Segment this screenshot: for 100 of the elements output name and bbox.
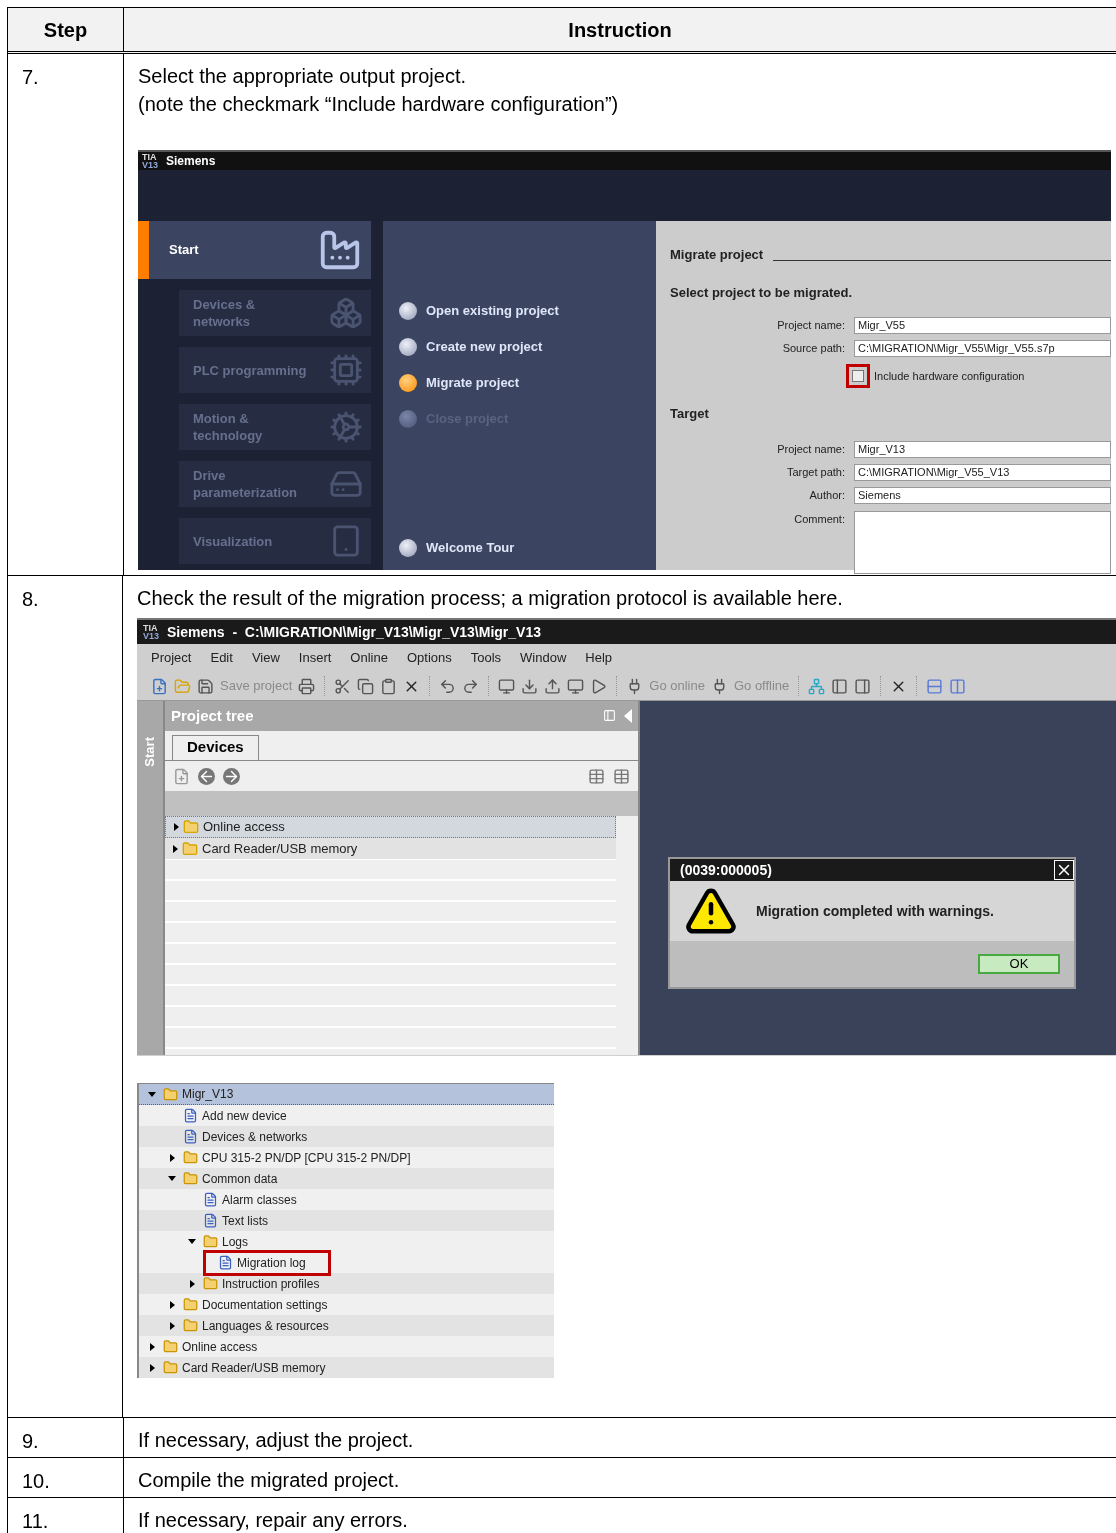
tab[interactable]: Devices <box>172 735 259 760</box>
pane-title: Migrate project <box>670 246 764 264</box>
field-label: Target path: <box>785 464 846 480</box>
download-icon[interactable] <box>521 677 539 695</box>
menu-item[interactable]: Edit <box>210 648 233 668</box>
tree-label: Common data <box>202 1170 278 1188</box>
tree-row[interactable]: Alarm classes <box>139 1189 554 1210</box>
play-icon[interactable] <box>590 677 608 695</box>
back-icon[interactable] <box>198 767 215 785</box>
folder-icon <box>203 1234 218 1249</box>
tree-row[interactable]: Documentation settings <box>139 1294 554 1315</box>
collapse-icon[interactable] <box>148 1091 156 1097</box>
instruction-text: If necessary, repair any errors. <box>138 1508 408 1533</box>
monitor-icon[interactable] <box>498 677 516 695</box>
step-number: 10. <box>22 1470 50 1492</box>
checkbox-label: Include hardware configuration <box>874 368 1025 384</box>
menu-item[interactable]: Project <box>151 648 192 668</box>
expand-icon[interactable] <box>169 1153 175 1162</box>
folder-icon <box>183 1318 198 1333</box>
step-number: 7. <box>22 66 39 88</box>
tree-row[interactable]: Text lists <box>139 1210 554 1231</box>
tree-row[interactable]: Migr_V13 <box>139 1084 554 1105</box>
folder-icon <box>182 840 198 857</box>
table-icon[interactable] <box>588 767 605 785</box>
redo-icon[interactable] <box>462 677 480 695</box>
tree-row[interactable]: Logs <box>139 1231 554 1252</box>
collapse-icon[interactable] <box>168 1176 176 1181</box>
action-item[interactable]: Migrate project <box>399 365 656 401</box>
copy-icon[interactable] <box>357 677 375 695</box>
folder-icon <box>183 1150 198 1165</box>
action-item[interactable]: Open existing project <box>399 293 656 329</box>
folder-icon <box>203 1276 218 1291</box>
close-icon[interactable] <box>1054 860 1074 880</box>
tree-label: Migration log <box>237 1254 306 1272</box>
panel-title: Project tree <box>171 705 254 726</box>
nav-item[interactable]: Start <box>138 221 371 279</box>
tree-row[interactable]: Migration log <box>139 1252 554 1273</box>
tree-row[interactable]: CPU 315-2 PN/DP [CPU 315-2 PN/DP] <box>139 1147 554 1168</box>
tree-row[interactable]: Instruction profiles <box>139 1273 554 1294</box>
upload-icon[interactable] <box>544 677 562 695</box>
save-icon[interactable] <box>197 677 214 695</box>
checkbox[interactable] <box>852 370 864 382</box>
ok-button[interactable]: OK <box>978 954 1060 974</box>
step-number: 8. <box>22 588 39 610</box>
tree-row[interactable]: Card Reader/USB memory <box>139 1357 554 1378</box>
panel-icon[interactable] <box>831 677 849 695</box>
tree-row[interactable]: Add new device <box>139 1105 554 1126</box>
comment-field[interactable] <box>854 510 1111 574</box>
tree-row[interactable]: Card Reader/USB memory <box>165 838 616 860</box>
text-field[interactable]: C:\MIGRATION\Migr_V55\Migr_V55.s7p <box>854 340 1111 357</box>
instruction-text: Select the appropriate output project. <box>138 64 466 89</box>
boxes-icon <box>329 296 363 330</box>
paste-icon[interactable] <box>380 677 398 695</box>
new-file-icon[interactable] <box>151 677 168 695</box>
table-icon[interactable] <box>613 767 630 785</box>
menu-item[interactable]: Options <box>406 648 452 668</box>
menu-item[interactable]: View <box>251 648 280 668</box>
split-horizontal-icon[interactable] <box>926 677 944 695</box>
text-field[interactable]: Siemens <box>854 486 1111 504</box>
undo-icon[interactable] <box>439 677 457 695</box>
tree-row[interactable]: Languages & resources <box>139 1315 554 1336</box>
step-number: 9. <box>22 1430 39 1452</box>
expand-icon[interactable] <box>169 1300 175 1309</box>
step-number: 11. <box>22 1510 49 1532</box>
gear-icon <box>329 410 363 444</box>
tree-label: Text lists <box>222 1212 268 1230</box>
folder-icon <box>183 1171 198 1186</box>
folder-icon <box>183 819 199 835</box>
expand-icon[interactable] <box>149 1342 155 1351</box>
menu-item[interactable]: Online <box>350 648 388 668</box>
tree-row[interactable]: Online access <box>139 1336 554 1357</box>
document-icon <box>203 1192 218 1207</box>
expand-icon[interactable] <box>189 1279 195 1288</box>
column-header: Instruction <box>567 17 673 43</box>
expand-icon[interactable] <box>169 1321 175 1330</box>
split-vertical-icon[interactable] <box>949 677 967 695</box>
menu-item[interactable]: Insert <box>298 648 332 668</box>
printer-icon[interactable] <box>298 677 316 695</box>
menu-item[interactable]: Help <box>585 648 613 668</box>
collapse-icon[interactable] <box>188 1239 196 1244</box>
tree-row[interactable]: Devices & networks <box>139 1126 554 1147</box>
expand-icon[interactable] <box>149 1363 155 1372</box>
tree-row[interactable]: Common data <box>139 1168 554 1189</box>
menu-item[interactable]: Window <box>520 648 567 668</box>
menu-item[interactable]: Tools <box>470 648 502 668</box>
text-field[interactable]: C:\MIGRATION\Migr_V55_V13 <box>854 463 1111 481</box>
field-label: Project name: <box>776 441 846 457</box>
cut-icon[interactable] <box>334 677 352 695</box>
forward-icon[interactable] <box>223 767 240 785</box>
tree-row[interactable]: Online access <box>165 816 616 838</box>
text-field[interactable]: Migr_V13 <box>854 440 1111 458</box>
panel-icon[interactable] <box>854 677 872 695</box>
text-field[interactable]: Migr_V55 <box>854 317 1111 334</box>
app-logo: TIA V13 <box>143 624 159 640</box>
document-icon <box>183 1129 198 1144</box>
action-item[interactable]: Welcome Tour <box>399 530 656 566</box>
tree-label: CPU 315-2 PN/DP [CPU 315-2 PN/DP] <box>202 1149 411 1167</box>
app-logo: TIA V13 <box>142 153 158 169</box>
action-item[interactable]: Create new project <box>399 329 656 365</box>
monitor-icon[interactable] <box>567 677 585 695</box>
